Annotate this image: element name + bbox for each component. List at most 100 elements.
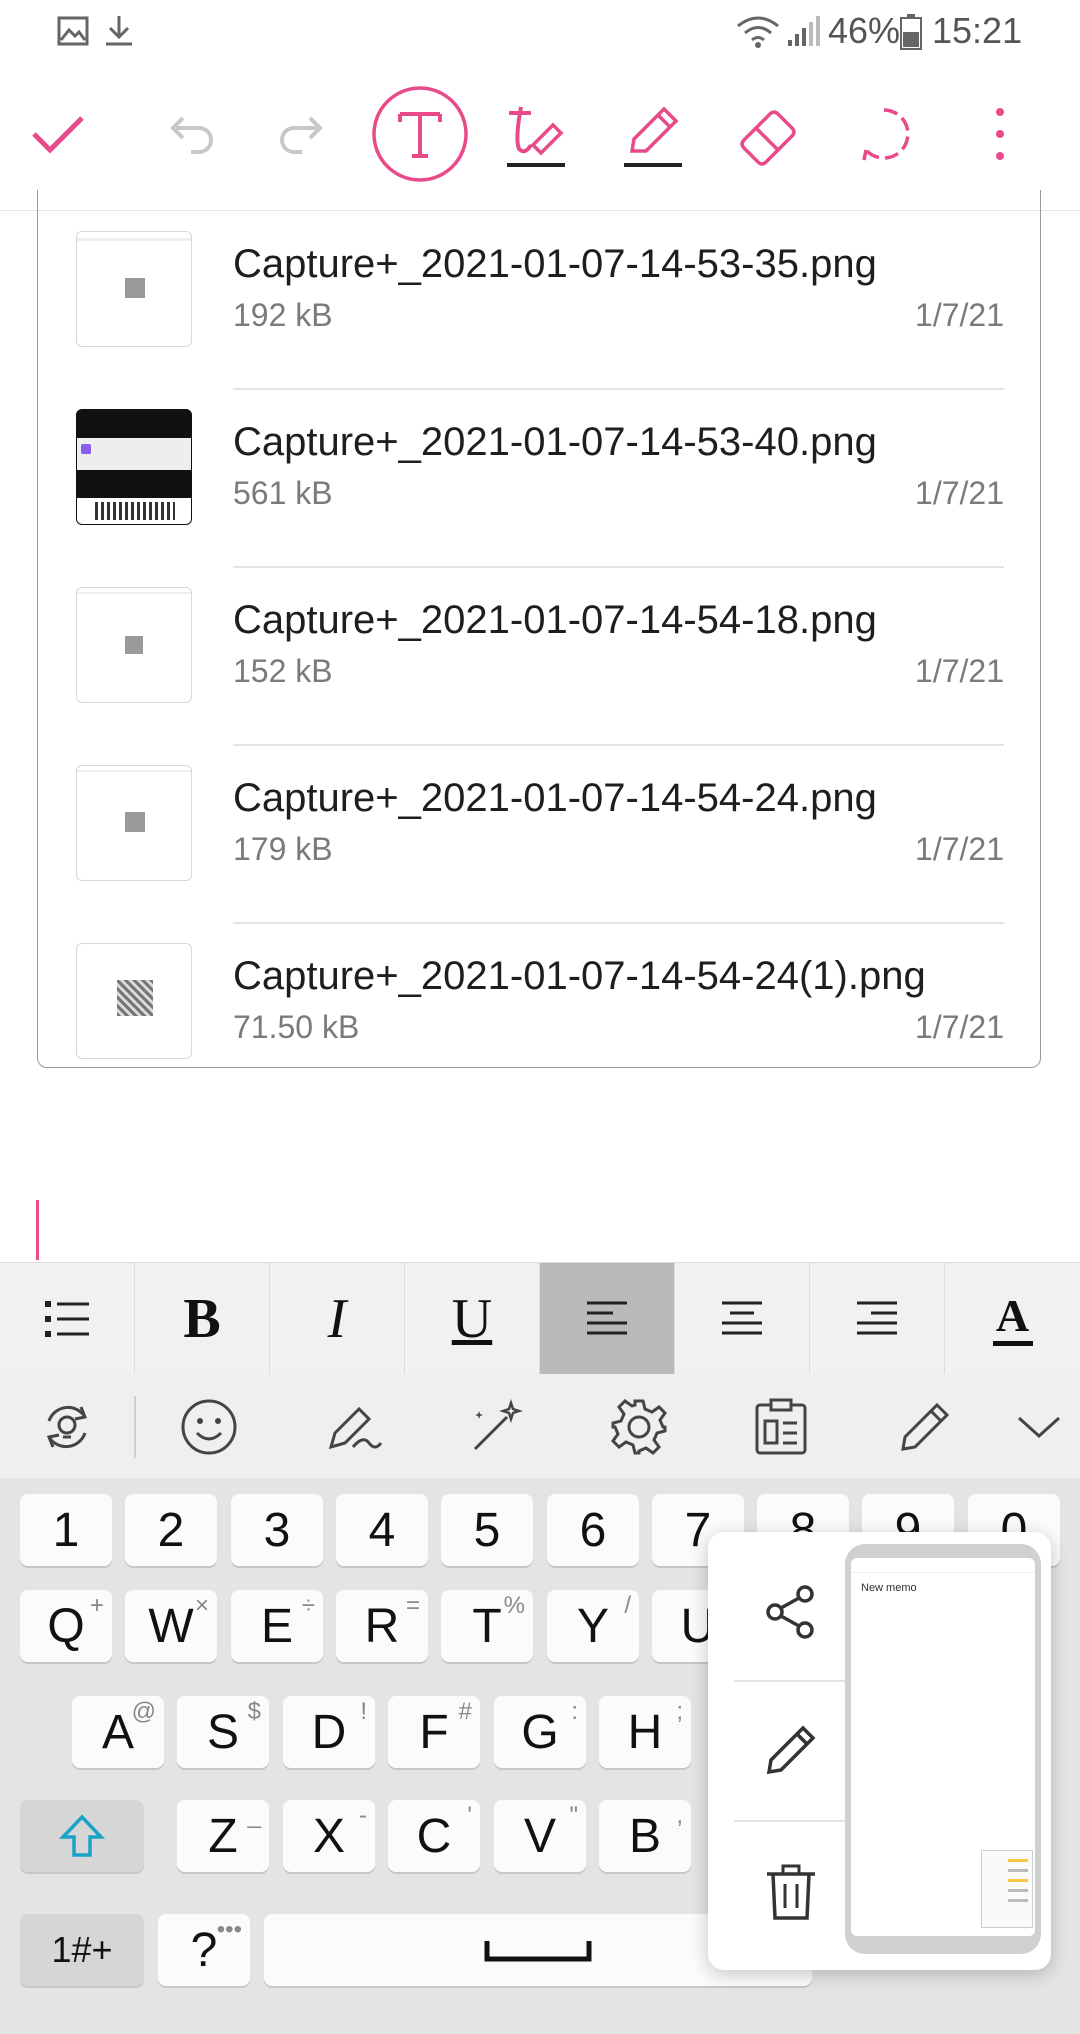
key-q[interactable]: Q + — [20, 1590, 112, 1662]
edit-button[interactable] — [890, 1392, 960, 1462]
handwriting-button[interactable] — [486, 84, 586, 184]
preview-status-bar — [851, 1558, 1035, 1573]
key-s[interactable]: S $ — [177, 1696, 269, 1768]
key-label: Z — [208, 1809, 238, 1863]
file-item[interactable]: Capture+_2021-01-07-14-54-18.png 152 kB … — [38, 568, 1040, 746]
font-color-button[interactable]: A — [945, 1263, 1080, 1375]
shift-key[interactable] — [20, 1800, 144, 1872]
key-h[interactable]: H; — [599, 1696, 691, 1768]
hide-keyboard-button[interactable] — [1004, 1392, 1074, 1462]
share-icon — [766, 1585, 814, 1639]
image-icon — [57, 16, 89, 46]
file-thumbnail — [76, 231, 192, 347]
key-alt-label: - — [359, 1802, 367, 1829]
battery-icon — [900, 14, 922, 50]
bullet-list-button[interactable] — [0, 1263, 135, 1375]
key-z[interactable]: Z _ — [177, 1800, 269, 1872]
key-3[interactable]: 3 — [231, 1494, 323, 1566]
key-4[interactable]: 4 — [336, 1494, 428, 1566]
edit-memo-button[interactable] — [728, 1690, 854, 1810]
lasso-button[interactable] — [834, 84, 934, 184]
divider — [734, 1680, 846, 1682]
pencil-icon — [901, 1402, 950, 1451]
key-w[interactable]: W × — [125, 1590, 217, 1662]
clipboard-button[interactable] — [746, 1392, 816, 1462]
key-label: C — [416, 1809, 452, 1863]
delete-button[interactable] — [728, 1832, 854, 1952]
italic-button[interactable]: I — [270, 1263, 405, 1375]
key-label: G — [521, 1705, 559, 1759]
align-left-icon — [587, 1301, 627, 1335]
key-1[interactable]: 1 — [20, 1494, 112, 1566]
key-alt-label: ' — [467, 1802, 472, 1829]
key-label: E — [260, 1599, 293, 1653]
key-g[interactable]: G: — [494, 1696, 586, 1768]
key-d[interactable]: D! — [283, 1696, 375, 1768]
key-y[interactable]: Y / — [547, 1590, 639, 1662]
key-t[interactable]: T% — [441, 1590, 533, 1662]
file-item[interactable]: Capture+_2021-01-07-14-54-24(1).png 71.5… — [38, 924, 1040, 1067]
key-5[interactable]: 5 — [441, 1494, 533, 1566]
key-label: H — [627, 1705, 663, 1759]
key-a[interactable]: A @ — [72, 1696, 164, 1768]
key-r[interactable]: R = — [336, 1590, 428, 1662]
align-center-button[interactable] — [675, 1263, 810, 1375]
symbols-key[interactable]: 1#+ — [20, 1914, 144, 1986]
underline-button[interactable]: U — [405, 1263, 540, 1375]
text-cursor — [36, 1200, 39, 1260]
format-toolbar: B I U A — [0, 1262, 1080, 1375]
key-e[interactable]: E ÷ — [231, 1590, 323, 1662]
trash-icon — [767, 1864, 815, 1920]
key-c[interactable]: C ' — [388, 1800, 480, 1872]
eraser-button[interactable] — [718, 84, 818, 184]
signal-icon — [788, 16, 820, 46]
font-color-swatch — [992, 1340, 1033, 1346]
key-alt-label: _ — [247, 1802, 261, 1829]
undo-icon — [170, 116, 213, 154]
font-color-label: A — [995, 1289, 1030, 1341]
key-b[interactable]: B, — [599, 1800, 691, 1872]
key-f[interactable]: F # — [388, 1696, 480, 1768]
key-6[interactable]: 6 — [547, 1494, 639, 1566]
key-v[interactable]: V " — [494, 1800, 586, 1872]
key-alt-label: = — [405, 1592, 420, 1619]
key-label: X — [312, 1809, 345, 1863]
share-button[interactable] — [728, 1552, 854, 1672]
more-icon — [996, 108, 1004, 160]
key-label: ? — [190, 1923, 218, 1977]
question-key[interactable]: ? ••• — [158, 1914, 250, 1986]
pencil-icon — [766, 1725, 816, 1775]
emoji-icon — [181, 1399, 237, 1455]
redo-button[interactable] — [254, 84, 354, 184]
eraser-icon — [740, 110, 796, 166]
file-item[interactable]: Capture+_2021-01-07-14-54-24.png 179 kB … — [38, 746, 1040, 924]
handwriting-input-button[interactable] — [318, 1392, 388, 1462]
emoji-button[interactable] — [174, 1392, 244, 1462]
align-right-button[interactable] — [810, 1263, 945, 1375]
align-left-button[interactable] — [540, 1263, 675, 1375]
key-label: V — [523, 1809, 556, 1863]
key-alt-label: # — [458, 1698, 472, 1725]
key-2[interactable]: 2 — [125, 1494, 217, 1566]
align-right-icon — [857, 1301, 897, 1335]
text-mode-icon — [372, 86, 468, 182]
file-item[interactable]: Capture+_2021-01-07-14-53-40.png 561 kB … — [38, 390, 1040, 568]
file-item[interactable]: Capture+_2021-01-07-14-53-35.png 192 kB … — [38, 212, 1040, 390]
pen-button[interactable] — [603, 84, 703, 184]
bold-button[interactable]: B — [135, 1263, 270, 1375]
spell-check-button[interactable] — [462, 1392, 532, 1462]
keyboard-settings-button[interactable] — [604, 1392, 674, 1462]
undo-button[interactable] — [139, 84, 239, 184]
key-x[interactable]: X- — [283, 1800, 375, 1872]
done-button[interactable] — [8, 84, 108, 184]
key-label: D — [311, 1705, 347, 1759]
key-alt-label: , — [676, 1802, 683, 1829]
handwriting-icon — [328, 1406, 383, 1450]
memo-preview[interactable]: New memo — [845, 1544, 1041, 1954]
text-mode-button[interactable] — [370, 84, 470, 184]
more-options-button[interactable] — [950, 84, 1050, 184]
preview-mini-popup — [981, 1850, 1033, 1928]
smart-suggest-button[interactable] — [32, 1392, 102, 1462]
gear-icon — [611, 1399, 667, 1455]
file-list: Capture+_2021-01-07-14-53-35.png 192 kB … — [37, 190, 1041, 1068]
